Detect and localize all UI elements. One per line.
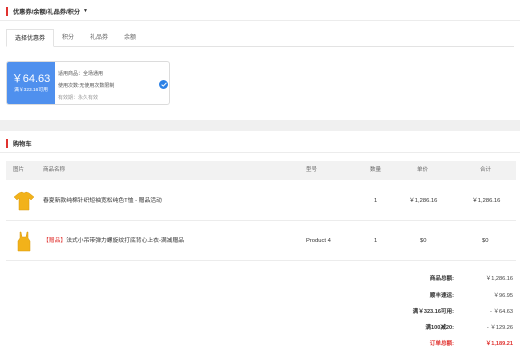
coupon-tabs: 选择优惠券 积分 礼品券 余额 — [6, 29, 144, 47]
summary-shipping: 顺丰速运: ￥96.95 — [0, 291, 520, 301]
camisole-icon[interactable] — [11, 228, 37, 254]
coupon-value-panel: ￥64.63 满￥323.16可用 — [7, 62, 55, 104]
section-marker — [6, 138, 8, 148]
tab-balance[interactable]: 余额 — [116, 29, 144, 47]
summary-value: ￥1,286.16 — [485, 276, 513, 282]
product-name[interactable]: 【赠品】法式小吊带弹力螺旋纹打底背心上衣-满减赠品 — [43, 236, 184, 246]
cart-section-header: 购物车 — [6, 138, 32, 148]
order-total-value: ￥1,189.21 — [485, 341, 513, 347]
tab-points[interactable]: 积分 — [54, 29, 82, 47]
divider — [0, 20, 520, 21]
divider — [0, 152, 520, 153]
product-qty: 1 — [374, 198, 378, 204]
check-icon[interactable] — [159, 80, 168, 89]
tshirt-icon[interactable] — [11, 188, 37, 214]
summary-label: 订单总额: — [429, 341, 454, 347]
summary-value: - ￥129.26 — [486, 325, 513, 331]
coupon-section: 优惠券/余额/礼品券/积分 ▼ 选择优惠券 积分 礼品券 余额 ￥64.63 满… — [0, 0, 520, 120]
summary-value: ￥96.95 — [493, 293, 513, 299]
summary-promo-discount: 满100减20: - ￥129.26 — [0, 323, 520, 333]
summary-label: 商品总额: — [429, 276, 454, 282]
coupon-scope: 适用商品：全场通用 — [58, 71, 104, 77]
chevron-down-icon[interactable]: ▼ — [83, 8, 88, 14]
product-price: ￥1,286.16 — [409, 198, 438, 204]
column-qty: 数量 — [370, 167, 382, 173]
coupon-usage: 使用次数:无使用次数限制 — [58, 83, 115, 89]
table-row: 【赠品】法式小吊带弹力螺旋纹打底背心上衣-满减赠品 Product 4 1 $0… — [6, 221, 516, 261]
tab-gift-voucher[interactable]: 礼品券 — [82, 29, 116, 47]
coupon-section-title[interactable]: 优惠券/余额/礼品券/积分 — [13, 7, 80, 16]
product-model: Product 4 — [306, 238, 331, 244]
coupon-validity: 有效期：永久有效 — [58, 95, 99, 101]
product-qty: 1 — [374, 238, 378, 244]
tabs-underline — [6, 46, 514, 47]
table-row: 春夏新款纯棉针织短袖宽松纯色T恤 - 赠品活动 1 ￥1,286.16 ￥1,2… — [6, 181, 516, 221]
gift-tag: 【赠品】 — [43, 238, 67, 244]
product-price: $0 — [420, 238, 427, 244]
cart-table-header: 图片 商品名称 型号 数量 单价 合计 — [6, 161, 516, 180]
coupon-card[interactable]: ￥64.63 满￥323.16可用 适用商品：全场通用 使用次数:无使用次数限制… — [6, 61, 170, 105]
column-image: 图片 — [13, 167, 25, 173]
cart-title: 购物车 — [13, 140, 32, 148]
coupon-condition: 满￥323.16可用 — [14, 88, 48, 93]
tab-select-coupon[interactable]: 选择优惠券 — [6, 29, 55, 47]
summary-label: 满￥323.16可用: — [412, 309, 454, 315]
column-total: 合计 — [480, 167, 492, 173]
product-total: $0 — [482, 238, 489, 244]
coupon-details: 适用商品：全场通用 使用次数:无使用次数限制 有效期：永久有效 — [58, 68, 114, 104]
column-price: 单价 — [417, 167, 429, 173]
coupon-amount: ￥64.63 — [11, 73, 51, 85]
section-separator — [0, 120, 520, 131]
product-name-text: 法式小吊带弹力螺旋纹打底背心上衣-满减赠品 — [66, 238, 185, 244]
summary-order-total: 订单总额: ￥1,189.21 — [0, 339, 520, 349]
summary-coupon-discount: 满￥323.16可用: - ￥64.63 — [0, 307, 520, 317]
summary-subtotal: 商品总额: ￥1,286.16 — [0, 274, 520, 284]
column-name: 商品名称 — [43, 167, 66, 173]
section-marker — [6, 6, 8, 16]
column-model: 型号 — [306, 167, 318, 173]
summary-label: 顺丰速运: — [429, 293, 454, 299]
summary-value: - ￥64.63 — [489, 309, 513, 315]
product-total: ￥1,286.16 — [472, 198, 501, 204]
coupon-section-header[interactable]: 优惠券/余额/礼品券/积分 ▼ — [6, 6, 88, 16]
summary-label: 满100减20: — [425, 325, 454, 331]
product-name[interactable]: 春夏新款纯棉针织短袖宽松纯色T恤 - 赠品活动 — [43, 196, 162, 206]
